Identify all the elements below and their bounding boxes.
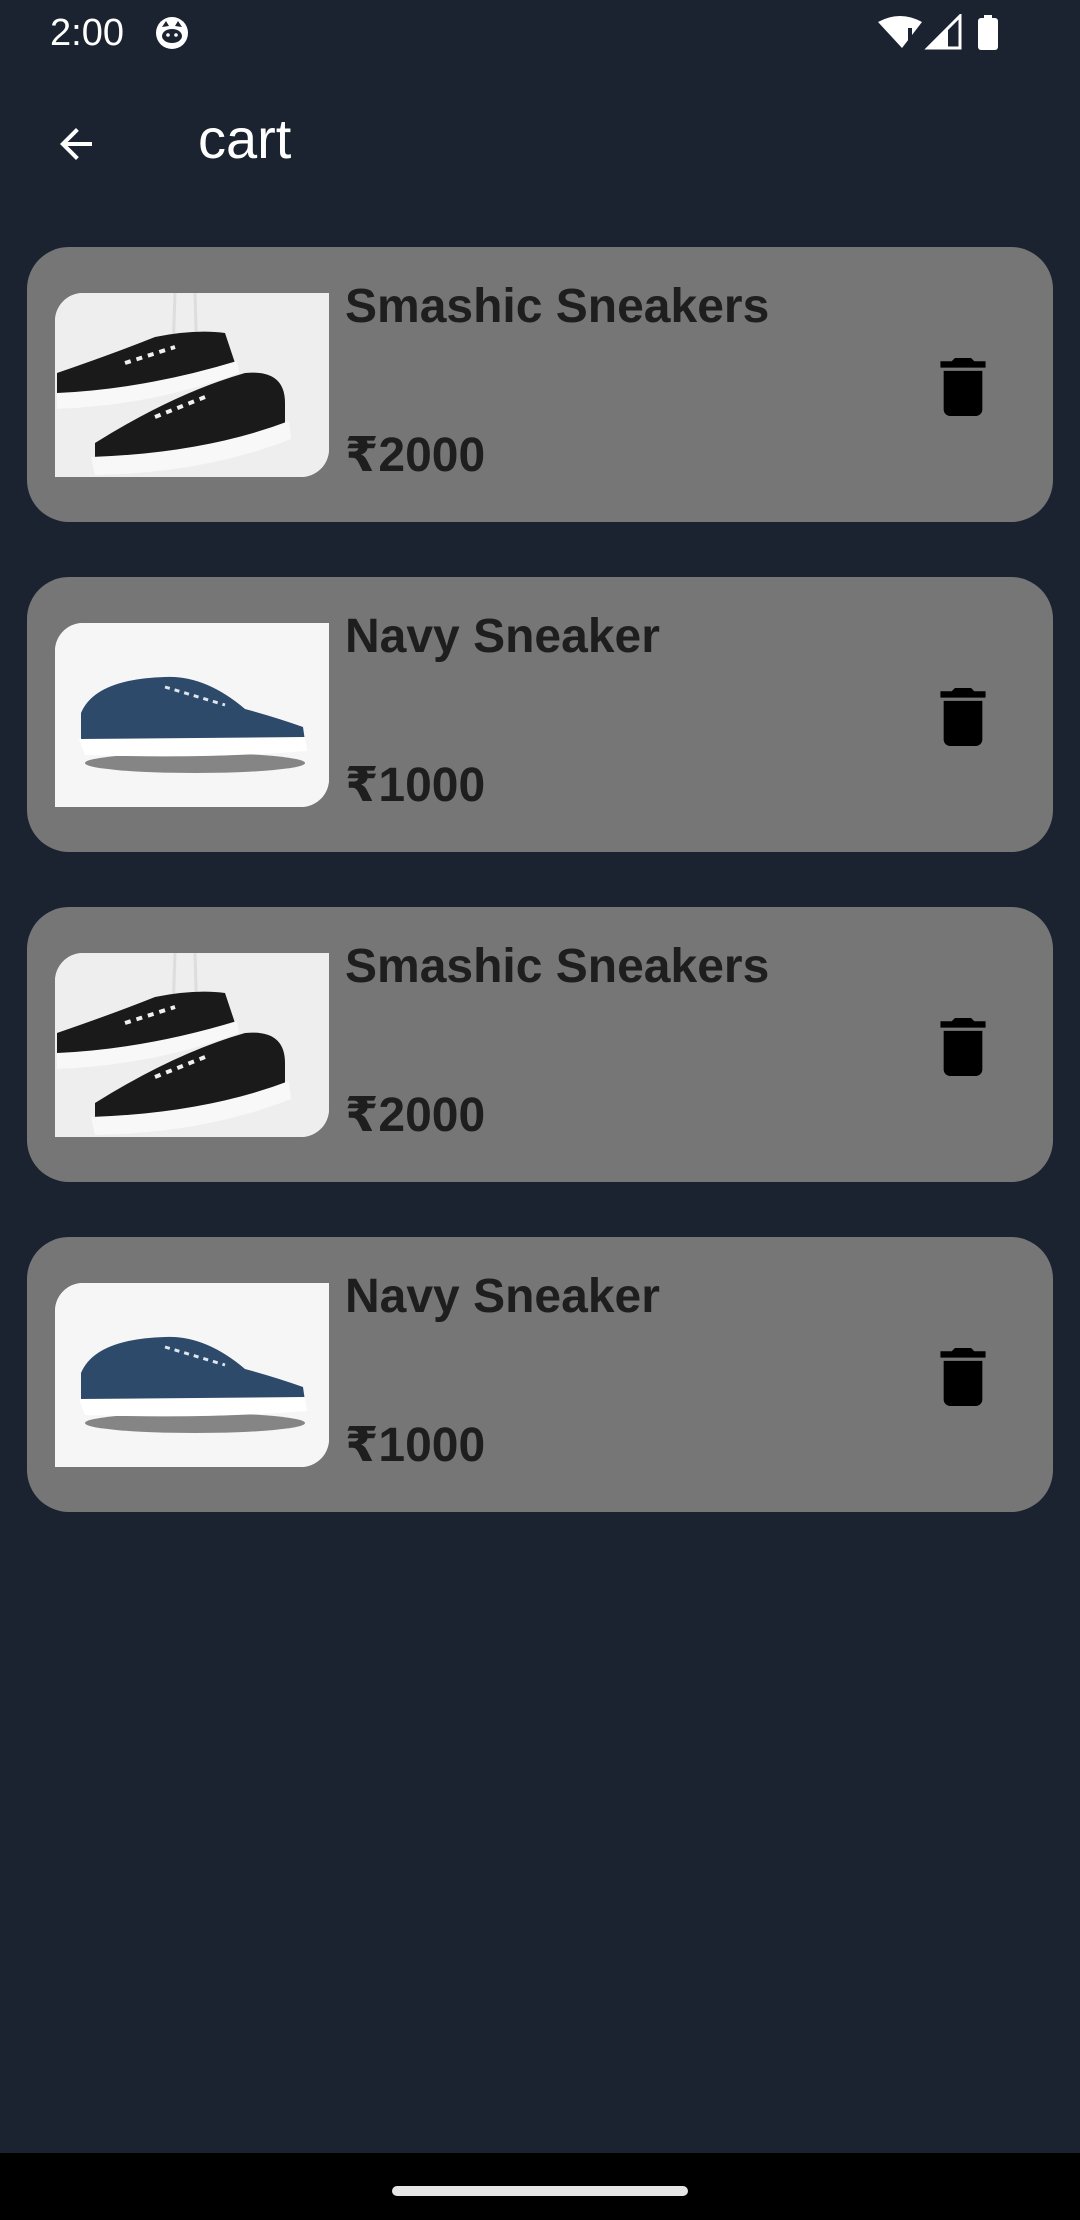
- cell-signal-icon: [924, 12, 962, 50]
- product-name: Navy Sneaker: [345, 1270, 660, 1323]
- cart-item: Navy Sneaker ₹1000: [27, 1237, 1053, 1512]
- product-image: [55, 623, 329, 807]
- cart-item: Navy Sneaker ₹1000: [27, 577, 1053, 852]
- product-price: ₹2000: [345, 1089, 486, 1142]
- arrow-left-icon: [60, 128, 92, 160]
- page-title: cart: [198, 107, 292, 170]
- product-image: [55, 1283, 329, 1467]
- app-bar: cart: [0, 66, 1080, 222]
- trash-icon: [940, 358, 986, 416]
- product-price: ₹1000: [345, 1419, 486, 1472]
- system-nav-bar: [0, 2153, 1080, 2220]
- status-icons: [876, 12, 1006, 52]
- wifi-alert-icon: [878, 16, 922, 48]
- status-bar: 2:00: [0, 0, 1080, 66]
- home-gesture-handle[interactable]: [392, 2186, 688, 2196]
- back-button[interactable]: [40, 108, 112, 180]
- product-price: ₹2000: [345, 429, 486, 482]
- product-name: Smashic Sneakers: [345, 280, 770, 333]
- battery-icon: [978, 15, 998, 50]
- trash-icon: [940, 688, 986, 746]
- delete-button[interactable]: [927, 681, 999, 753]
- cat-face-icon: [154, 15, 190, 51]
- trash-icon: [940, 1018, 986, 1076]
- trash-icon: [940, 1348, 986, 1406]
- delete-button[interactable]: [927, 1341, 999, 1413]
- cart-item: Smashic Sneakers ₹2000: [27, 247, 1053, 522]
- delete-button[interactable]: [927, 1011, 999, 1083]
- status-time: 2:00: [50, 12, 124, 54]
- cart-list: Smashic Sneakers ₹2000 Navy Sneaker ₹100…: [27, 247, 1053, 1567]
- product-image: [55, 953, 329, 1137]
- product-price: ₹1000: [345, 759, 486, 812]
- product-name: Navy Sneaker: [345, 610, 660, 663]
- product-image: [55, 293, 329, 477]
- delete-button[interactable]: [927, 351, 999, 423]
- cart-item: Smashic Sneakers ₹2000: [27, 907, 1053, 1182]
- product-name: Smashic Sneakers: [345, 940, 770, 993]
